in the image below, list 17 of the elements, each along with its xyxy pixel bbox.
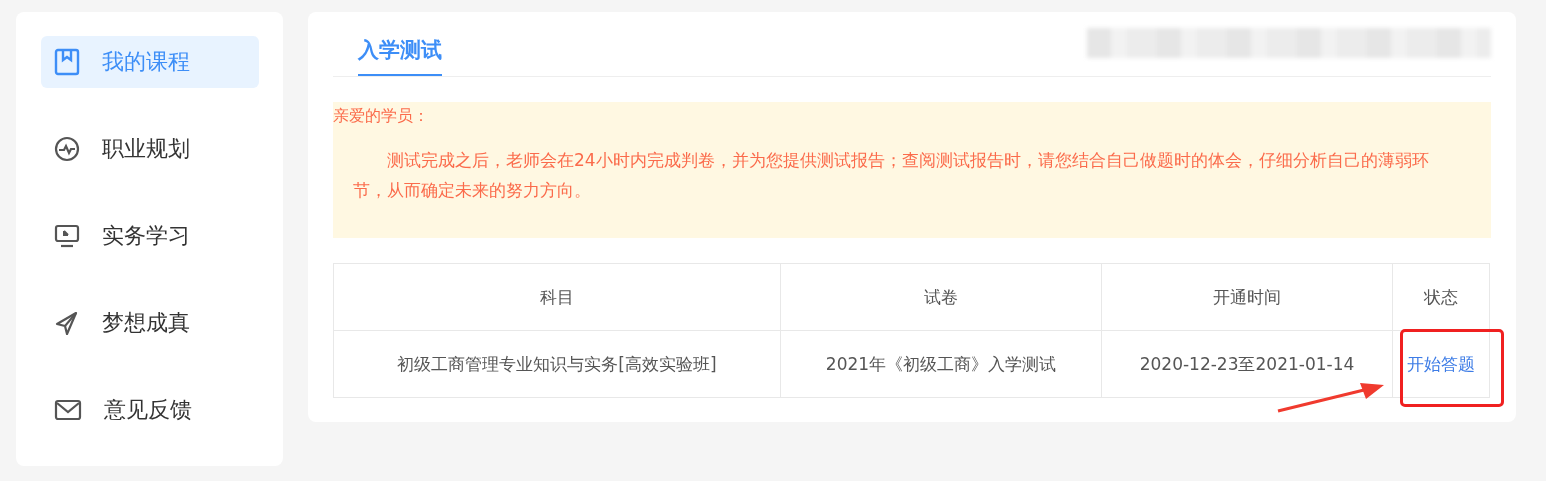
sidebar-item[interactable]: 职业规划: [41, 123, 259, 175]
notice-text: 测试完成之后，老师会在24小时内完成判卷，并为您提供测试报告；查阅测试报告时，请您结合自己做题时的体会，仔细分析自己的薄弱环节，从而确定未来的努力方向。: [353, 149, 1430, 202]
column-header: 状态: [1392, 263, 1490, 331]
mail-icon: [54, 398, 82, 422]
monitor-icon: [54, 223, 80, 249]
table-cell: 初级工商管理专业知识与实务[高效实验班]: [333, 330, 781, 398]
paper-plane-icon: [54, 310, 80, 336]
column-header: 试卷: [780, 263, 1102, 331]
notice-greeting: 亲爱的学员：: [333, 106, 430, 127]
column-header: 开通时间: [1101, 263, 1393, 331]
sidebar-item[interactable]: 实务学习: [41, 210, 259, 262]
table-cell: 2021年《初级工商》入学测试: [780, 330, 1102, 398]
pulse-icon: [54, 136, 80, 162]
column-header: 科目: [333, 263, 781, 331]
sidebar-item[interactable]: 梦想成真: [41, 297, 259, 349]
sidebar-item[interactable]: 意见反馈: [41, 384, 259, 436]
bookmark-icon: [54, 48, 80, 76]
